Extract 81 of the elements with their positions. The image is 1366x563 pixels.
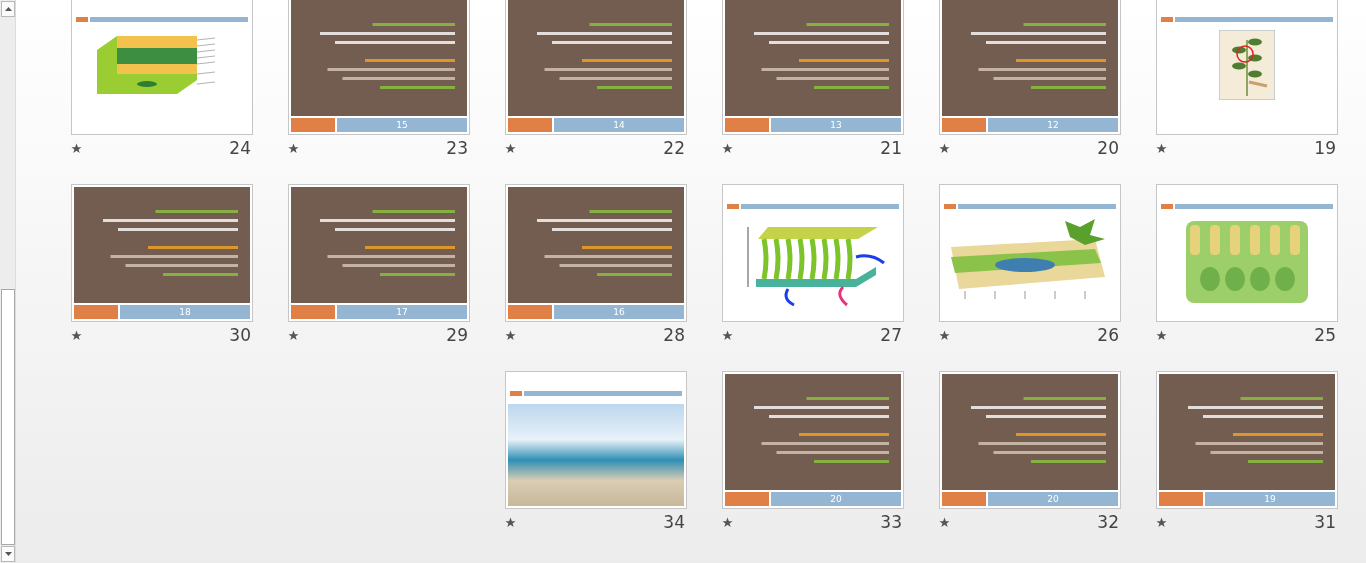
header-bar: [510, 391, 522, 396]
slide-number: 34: [663, 512, 685, 532]
slide-thumbnail[interactable]: [1156, 0, 1338, 135]
footer-bar: [508, 118, 552, 132]
star-icon: [939, 516, 950, 528]
slide-number: 26: [1097, 325, 1119, 345]
slide-thumbnail[interactable]: 18: [71, 184, 253, 322]
star-icon: [71, 142, 82, 154]
footer-bar: [1159, 492, 1203, 506]
scrollbar[interactable]: [0, 0, 16, 563]
slide-number: 22: [663, 138, 685, 158]
star-icon: [1156, 516, 1167, 528]
slide-thumbnail[interactable]: 14: [505, 0, 687, 135]
slide-number: 21: [880, 138, 902, 158]
slide-number: 23: [446, 138, 468, 158]
footer-number: 19: [1205, 492, 1335, 506]
slide-number: 32: [1097, 512, 1119, 532]
slide-number: 19: [1314, 138, 1336, 158]
footer-number: 20: [771, 492, 901, 506]
header-bar: [1161, 17, 1173, 22]
star-icon: [722, 142, 733, 154]
scroll-up-button[interactable]: [1, 1, 15, 17]
footer-number: 17: [337, 305, 467, 319]
footer-bar: [725, 492, 769, 506]
star-icon: [1156, 329, 1167, 341]
star-icon: [722, 329, 733, 341]
slide-thumbnail[interactable]: 17: [288, 184, 470, 322]
footer-bar: [74, 305, 118, 319]
slide-number: 25: [1314, 325, 1336, 345]
up-arrow-icon: [4, 7, 12, 11]
header-bar: [944, 204, 956, 209]
footer-bar: [508, 305, 552, 319]
slide-thumbnail[interactable]: [1156, 184, 1338, 322]
star-icon: [71, 329, 82, 341]
slide-thumbnail[interactable]: 20: [722, 371, 904, 509]
slide-thumbnail[interactable]: [505, 371, 687, 509]
header-bar: [76, 17, 88, 22]
slide-thumbnail[interactable]: 19: [1156, 371, 1338, 509]
slide-thumbnail[interactable]: 16: [505, 184, 687, 322]
slide-number: 24: [229, 138, 251, 158]
star-icon: [939, 142, 950, 154]
star-icon: [505, 142, 516, 154]
slide-thumbnail[interactable]: [71, 0, 253, 135]
footer-bar: [942, 492, 986, 506]
slide-number: 31: [1314, 512, 1336, 532]
footer-number: 14: [554, 118, 684, 132]
slide-number: 29: [446, 325, 468, 345]
slide-thumbnail[interactable]: 15: [288, 0, 470, 135]
scroll-thumb[interactable]: [1, 289, 15, 545]
header-bar: [1161, 204, 1173, 209]
star-icon: [505, 329, 516, 341]
scroll-down-button[interactable]: [1, 546, 15, 562]
footer-bar: [291, 118, 335, 132]
footer-bar: [725, 118, 769, 132]
slide-number: 30: [229, 325, 251, 345]
star-icon: [939, 329, 950, 341]
footer-number: 15: [337, 118, 467, 132]
slide-thumbnail[interactable]: 12: [939, 0, 1121, 135]
footer-bar: [942, 118, 986, 132]
footer-number: 20: [988, 492, 1118, 506]
header-bar: [727, 204, 739, 209]
footer-bar: [291, 305, 335, 319]
down-arrow-icon: [4, 552, 12, 556]
slide-thumbnail[interactable]: 20: [939, 371, 1121, 509]
footer-number: 16: [554, 305, 684, 319]
star-icon: [288, 329, 299, 341]
star-icon: [722, 516, 733, 528]
star-icon: [1156, 142, 1167, 154]
footer-number: 12: [988, 118, 1118, 132]
star-icon: [288, 142, 299, 154]
plant-illustration: [1219, 30, 1275, 100]
footer-number: 18: [120, 305, 250, 319]
slide-number: 27: [880, 325, 902, 345]
slide-thumbnail[interactable]: 13: [722, 0, 904, 135]
slide-number: 20: [1097, 138, 1119, 158]
slide-number: 28: [663, 325, 685, 345]
footer-number: 13: [771, 118, 901, 132]
slide-number: 33: [880, 512, 902, 532]
slide-thumbnail[interactable]: [722, 184, 904, 322]
star-icon: [505, 516, 516, 528]
slide-thumbnail[interactable]: [939, 184, 1121, 322]
